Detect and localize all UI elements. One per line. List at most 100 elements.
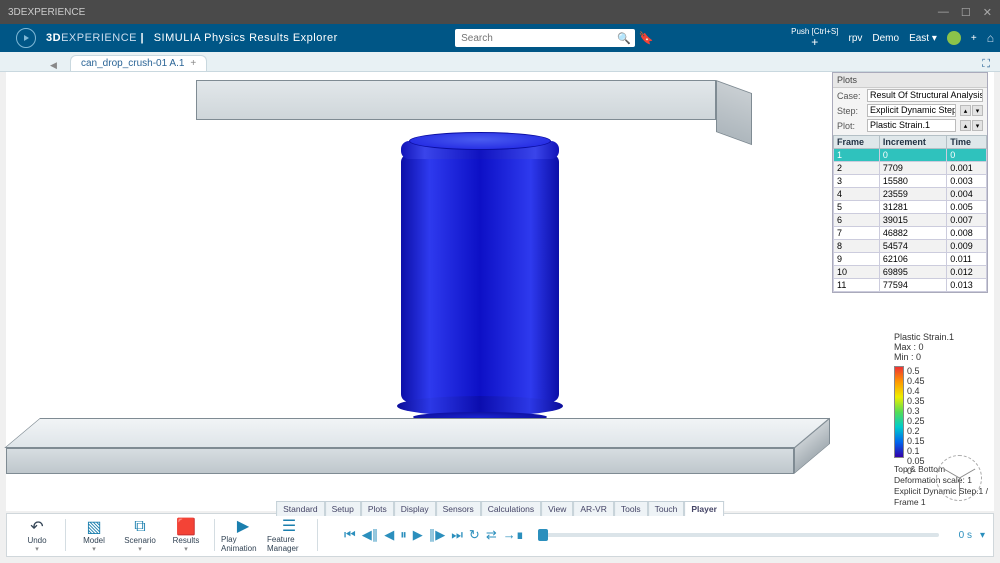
legend-tick: 0.3 [907, 406, 925, 416]
close-icon[interactable]: ✕ [983, 6, 992, 19]
document-tab[interactable]: can_drop_crush-01 A.1 + [70, 55, 207, 71]
skip-start-icon[interactable]: ⏮ [344, 527, 356, 543]
status-dot-icon[interactable] [947, 31, 961, 45]
once-icon[interactable]: →∎ [503, 527, 524, 543]
legend-title: Plastic Strain.1 [894, 332, 988, 342]
undo-icon: ↶ [30, 518, 43, 536]
results-button[interactable]: 🟥Results▾ [164, 515, 208, 555]
step-label: Step: [837, 106, 863, 116]
tab-player[interactable]: Player [684, 501, 724, 516]
tab-calculations[interactable]: Calculations [481, 501, 541, 516]
time-readout: 0 s [953, 530, 978, 541]
viewport-expand-icon[interactable]: ⛶ [982, 58, 990, 71]
user-demo[interactable]: Demo [872, 33, 899, 44]
play-anim-icon: ▶ [237, 517, 249, 535]
tab-setup[interactable]: Setup [325, 501, 361, 516]
user-rpv[interactable]: rpv [848, 33, 862, 44]
legend-colorbar [894, 366, 904, 458]
play-forward-icon[interactable]: ▶ [413, 527, 423, 543]
viewport-3d[interactable]: Plots Case: Result Of Structural Analysi… [6, 72, 994, 511]
bottom-toolbar: ↶Undo▾ ▧Model▾ ⧉Scenario▾ 🟥Results▾ ▶Pla… [6, 513, 994, 557]
tab-sensors[interactable]: Sensors [436, 501, 481, 516]
push-button[interactable]: Push [Ctrl+S]+ [791, 28, 838, 48]
step-next-icon[interactable]: ▾ [972, 105, 983, 116]
search-box[interactable]: 🔍 🔖 [455, 29, 654, 47]
top-plate-geometry [196, 80, 752, 132]
plots-panel[interactable]: Plots Case: Result Of Structural Analysi… [832, 72, 988, 293]
time-dropdown-icon[interactable]: ▾ [980, 530, 985, 541]
loop-icon[interactable]: ↻ [469, 527, 480, 543]
add-icon[interactable]: + [971, 33, 977, 44]
legend-tick: 0.35 [907, 396, 925, 406]
scenario-button[interactable]: ⧉Scenario▾ [118, 515, 162, 555]
tab-display[interactable]: Display [394, 501, 436, 516]
plot-prev-icon[interactable]: ▴ [960, 120, 971, 131]
pause-icon[interactable]: ⏸ [400, 527, 407, 543]
action-bar-tabs[interactable]: StandardSetupPlotsDisplaySensorsCalculat… [276, 501, 724, 516]
case-value: Result Of Structural Analysis Case.1 [867, 89, 983, 102]
step-dropdown[interactable]: Explicit Dynamic Step.1 [867, 104, 956, 117]
table-row[interactable]: 277090.001 [834, 162, 987, 175]
table-row[interactable]: 6390150.007 [834, 214, 987, 227]
plots-panel-title: Plots [833, 73, 987, 88]
search-input[interactable] [455, 29, 635, 47]
undo-button[interactable]: ↶Undo▾ [15, 515, 59, 555]
tab-view[interactable]: View [541, 501, 573, 516]
compass-button[interactable] [6, 27, 46, 49]
plot-label: Plot: [837, 121, 863, 131]
model-icon: ▧ [86, 518, 101, 536]
legend-max: Max : 0 [894, 342, 988, 352]
table-row[interactable]: 5312810.005 [834, 201, 987, 214]
col-increment[interactable]: Increment [879, 136, 946, 149]
time-slider[interactable] [538, 533, 939, 537]
legend-tick: 0.25 [907, 416, 925, 426]
tab-touch[interactable]: Touch [648, 501, 685, 516]
table-row[interactable]: 4235590.004 [834, 188, 987, 201]
tab-strip: ◀ can_drop_crush-01 A.1 + ⛶ [0, 52, 1000, 72]
feature-manager-button[interactable]: ☰Feature Manager [267, 515, 311, 555]
app-header: 3DEXPERIENCE | SIMULIA Physics Results E… [0, 24, 1000, 52]
step-prev-icon[interactable]: ▴ [960, 105, 971, 116]
legend-tick: 0.45 [907, 376, 925, 386]
tab-add-icon[interactable]: + [190, 58, 196, 69]
col-time[interactable]: Time [947, 136, 987, 149]
playback-controls: ⏮ ◀∥ ◀ ⏸ ▶ ∥▶ ⏭ ↻ ⇄ →∎ [344, 527, 524, 543]
home-icon[interactable]: ⌂ [987, 31, 994, 45]
scenario-icon: ⧉ [134, 518, 145, 536]
tab-scroll-left-icon[interactable]: ◀ [50, 60, 57, 71]
tab-standard[interactable]: Standard [276, 501, 325, 516]
step-back-icon[interactable]: ◀∥ [362, 527, 379, 543]
play-animation-button[interactable]: ▶Play Animation [221, 515, 265, 555]
skip-end-icon[interactable]: ⏭ [451, 527, 463, 543]
legend-min: Min : 0 [894, 352, 988, 362]
step-forward-icon[interactable]: ∥▶ [429, 527, 446, 543]
table-row[interactable]: 9621060.011 [834, 253, 987, 266]
tag-icon[interactable]: 🔖 [639, 31, 654, 45]
can-geometry [401, 132, 559, 422]
table-row[interactable]: 11775940.013 [834, 279, 987, 292]
legend-tick: 0.5 [907, 366, 925, 376]
table-row[interactable]: 100 [834, 149, 987, 162]
os-titlebar: 3DEXPERIENCE — ☐ ✕ [0, 0, 1000, 24]
tab-tools[interactable]: Tools [614, 501, 648, 516]
plot-dropdown[interactable]: Plastic Strain.1 [867, 119, 956, 132]
user-east[interactable]: East ▾ [909, 33, 937, 44]
bounce-icon[interactable]: ⇄ [486, 527, 497, 543]
tab-ar-vr[interactable]: AR-VR [573, 501, 613, 516]
legend-tick: 0.2 [907, 426, 925, 436]
plot-next-icon[interactable]: ▾ [972, 120, 983, 131]
table-row[interactable]: 10698950.012 [834, 266, 987, 279]
play-back-icon[interactable]: ◀ [384, 527, 394, 543]
col-frame[interactable]: Frame [834, 136, 880, 149]
axis-triad[interactable] [936, 455, 982, 501]
table-row[interactable]: 3155800.003 [834, 175, 987, 188]
tab-plots[interactable]: Plots [361, 501, 394, 516]
frames-table[interactable]: Frame Increment Time 100277090.001315580… [833, 135, 987, 292]
table-row[interactable]: 7468820.008 [834, 227, 987, 240]
maximize-icon[interactable]: ☐ [961, 6, 971, 19]
minimize-icon[interactable]: — [938, 6, 949, 19]
slider-thumb[interactable] [538, 529, 548, 541]
model-button[interactable]: ▧Model▾ [72, 515, 116, 555]
table-row[interactable]: 8545740.009 [834, 240, 987, 253]
window-title: 3DEXPERIENCE [8, 7, 85, 18]
